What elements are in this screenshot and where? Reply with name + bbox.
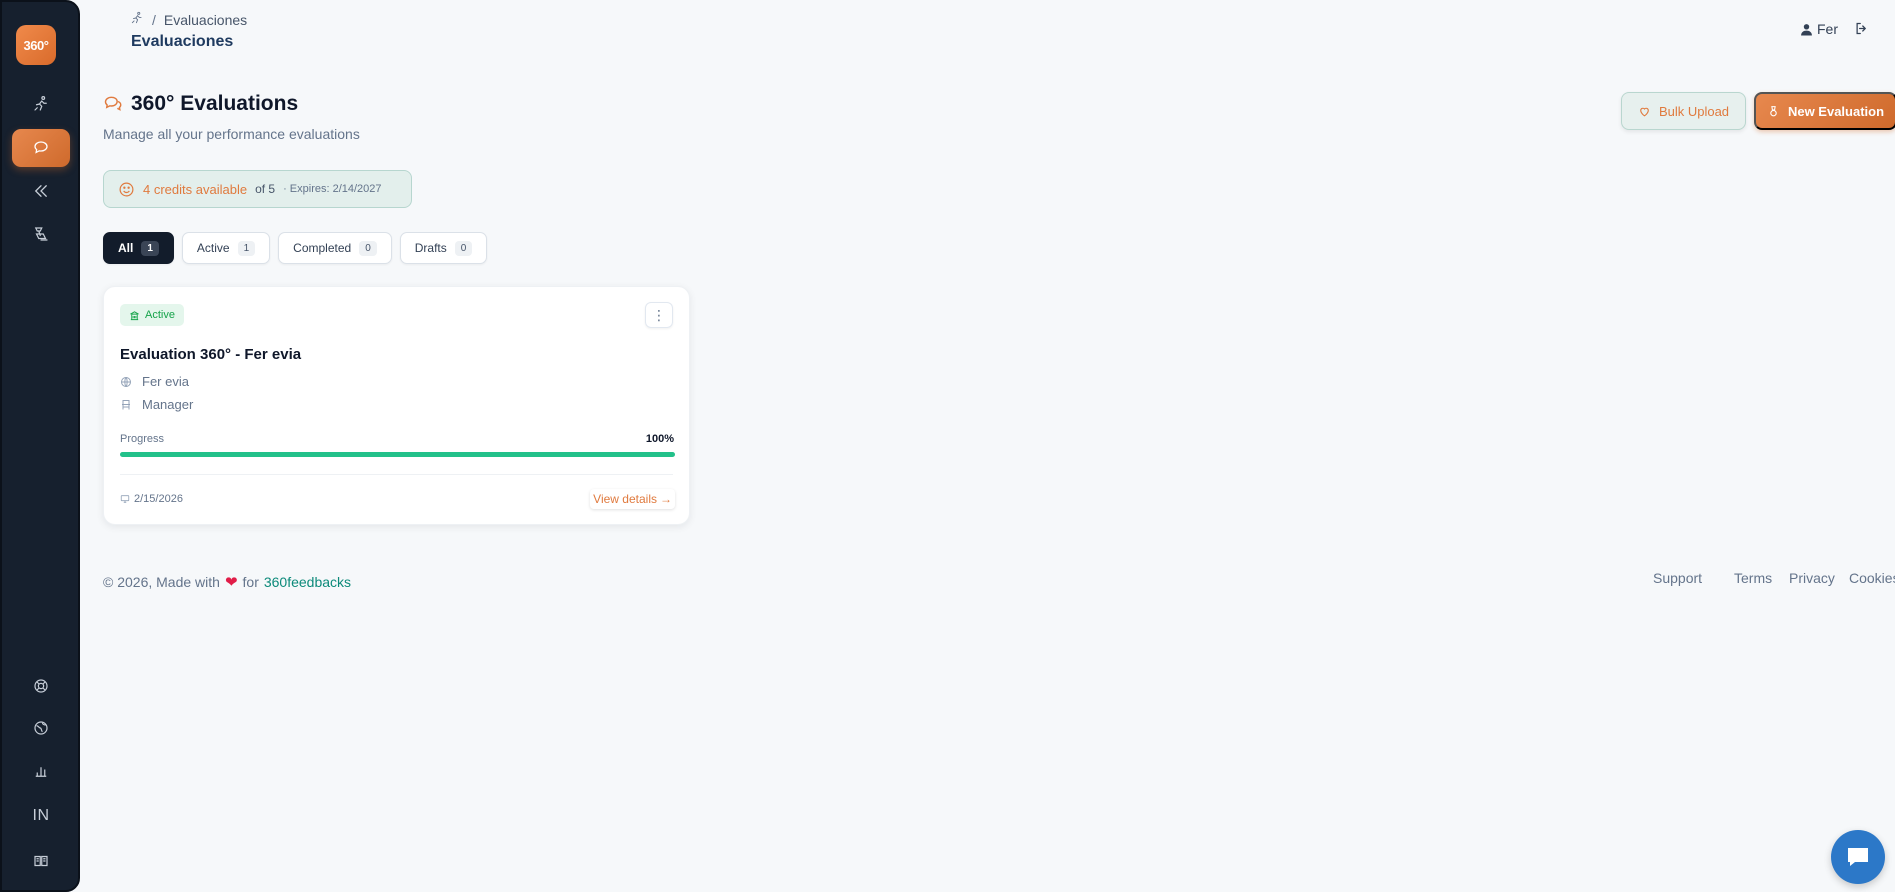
breadcrumb-current: Evaluaciones xyxy=(163,11,248,28)
heart-outline-icon xyxy=(1640,107,1649,116)
topbar-title: Evaluaciones xyxy=(131,33,234,50)
footer-link-privacy[interactable]: Privacy xyxy=(1789,570,1835,586)
footer-link-cookies[interactable]: Cookies xyxy=(1849,570,1895,586)
sidebar-item-language[interactable]: IN xyxy=(12,797,70,835)
tab-all[interactable]: All 1 xyxy=(103,232,174,264)
logout-icon xyxy=(1856,22,1867,35)
sidebar-item-activity[interactable] xyxy=(12,85,70,123)
user-name: Fer xyxy=(1817,21,1838,37)
date-text: 2/15/2026 xyxy=(134,493,183,505)
footer-link-support[interactable]: Support xyxy=(1653,570,1702,586)
breadcrumb-home-icon[interactable] xyxy=(130,11,144,28)
page-subtitle: Manage all your performance evaluations xyxy=(103,126,360,142)
sidebar-item-help[interactable] xyxy=(12,667,70,705)
tab-label: All xyxy=(118,241,134,255)
evaluatee-row: Fer evia xyxy=(120,374,189,389)
evaluatee-name: Fer evia xyxy=(142,374,189,389)
gavel-icon xyxy=(34,227,48,241)
chair-icon xyxy=(122,399,130,409)
collapse-icon xyxy=(34,185,47,197)
progress-bar xyxy=(120,452,675,457)
footer-credit: © 2026, Made with ❤ for 360feedbacks xyxy=(103,573,351,591)
bar-chart-icon xyxy=(35,767,47,777)
sidebar-item-evaluations[interactable] xyxy=(12,129,70,167)
footer-prefix: © 2026, Made with xyxy=(103,574,220,590)
evaluation-card[interactable]: Active ⋮ Evaluation 360° - Fer evia Fer … xyxy=(103,286,690,525)
role-row: Manager xyxy=(120,397,193,412)
tab-label: Completed xyxy=(293,241,352,255)
arrow-right-icon: → xyxy=(660,492,672,506)
footer-for: for xyxy=(242,574,259,590)
credits-expiry: · Expires: 2/14/2027 xyxy=(283,183,382,195)
credits-total: of 5 xyxy=(255,182,276,196)
breadcrumb-separator: / xyxy=(152,11,156,28)
progress-value: 100% xyxy=(645,433,674,445)
book-icon xyxy=(34,855,48,867)
tab-count: 1 xyxy=(141,240,159,256)
tab-active[interactable]: Active 1 xyxy=(181,232,271,264)
status-badge: Active xyxy=(120,304,184,326)
sidebar-item-collapse[interactable] xyxy=(12,172,70,210)
building-icon xyxy=(130,310,139,320)
kebab-icon: ⋮ xyxy=(652,306,666,323)
new-evaluation-button[interactable]: New Evaluation xyxy=(1754,92,1895,130)
status-label: Active xyxy=(145,309,175,321)
tab-completed[interactable]: Completed 0 xyxy=(278,232,392,264)
tab-drafts[interactable]: Drafts 0 xyxy=(399,232,488,264)
chat-icon xyxy=(1848,848,1868,866)
new-evaluation-label: New Evaluation xyxy=(1787,103,1885,119)
tab-count: 1 xyxy=(237,240,256,256)
sidebar-item-legal[interactable] xyxy=(12,215,70,253)
filter-tabs: All 1 Active 1 Completed 0 Drafts 0 xyxy=(103,232,488,264)
help-lifebuoy-icon xyxy=(34,679,48,693)
chat-bubbles-icon xyxy=(104,96,122,111)
tab-count: 0 xyxy=(454,240,473,256)
card-menu-button[interactable]: ⋮ xyxy=(645,302,673,328)
logo-text: 360° xyxy=(23,37,49,53)
globe-icon xyxy=(34,721,48,735)
view-details-label: View details xyxy=(593,492,657,506)
page-header: 360° Evaluations xyxy=(103,92,298,116)
bulk-upload-button[interactable]: Bulk Upload xyxy=(1621,92,1746,130)
logout-button[interactable] xyxy=(1854,21,1869,41)
page-title: 360° Evaluations xyxy=(131,92,299,115)
footer-link-terms[interactable]: Terms xyxy=(1734,570,1772,586)
globe-icon xyxy=(121,376,131,387)
sidebar: 360° IN xyxy=(0,0,80,892)
medal-icon xyxy=(1770,105,1777,116)
logo[interactable]: 360° xyxy=(16,25,56,65)
bulk-upload-label: Bulk Upload xyxy=(1658,103,1730,119)
card-divider xyxy=(120,474,673,475)
heart-icon: ❤ xyxy=(224,574,238,591)
user-menu[interactable]: Fer xyxy=(1800,21,1838,37)
view-details-link[interactable]: View details → xyxy=(590,489,675,509)
progress-fill xyxy=(120,452,675,457)
credits-banner: 4 credits available of 5 · Expires: 2/14… xyxy=(103,170,412,208)
role-name: Manager xyxy=(142,397,194,412)
smiley-icon xyxy=(119,182,134,196)
progress-label: Progress xyxy=(120,433,165,445)
sidebar-item-globe[interactable] xyxy=(12,709,70,747)
chat-widget-button[interactable] xyxy=(1831,830,1885,884)
tab-count: 0 xyxy=(359,240,377,256)
monitor-icon xyxy=(120,495,130,503)
brand-link[interactable]: 360feedbacks xyxy=(264,574,351,590)
evaluation-title: Evaluation 360° - Fer evia xyxy=(120,346,302,363)
language-text: IN xyxy=(32,807,50,824)
sidebar-item-docs[interactable] xyxy=(12,842,70,880)
card-date: 2/15/2026 xyxy=(120,493,183,505)
chat-bubbles-icon xyxy=(34,141,48,154)
credits-available: 4 credits available xyxy=(143,181,248,197)
runner-icon xyxy=(34,96,47,111)
tab-label: Drafts xyxy=(414,241,447,255)
breadcrumb: / Evaluaciones xyxy=(130,11,247,28)
tab-label: Active xyxy=(196,241,230,255)
sidebar-item-analytics[interactable] xyxy=(12,752,70,790)
user-icon xyxy=(1801,23,1812,35)
